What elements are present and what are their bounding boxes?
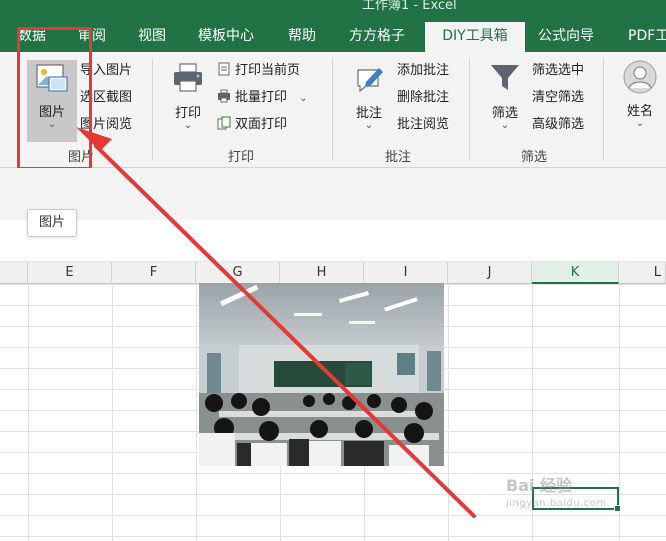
column-header-h[interactable]: H <box>280 262 364 284</box>
comment-edit-icon <box>357 68 383 93</box>
tab-help[interactable]: 帮助 <box>278 22 326 52</box>
name-button[interactable]: 姓名 ⌄ <box>616 60 664 129</box>
tab-template-center[interactable]: 模板中心 <box>188 22 264 52</box>
watermark-url-text: jingyan.baidu.com <box>506 498 607 509</box>
duplex-print-label: 双面打印 <box>235 117 288 132</box>
red-highlight-box <box>17 27 92 170</box>
filter-selected-button[interactable]: 筛选选中 <box>532 60 584 82</box>
clear-filter-button[interactable]: 清空筛选 <box>532 87 584 109</box>
filter-funnel-icon <box>491 65 519 90</box>
tab-diy-toolbox[interactable]: DIY工具箱 <box>425 22 525 52</box>
batch-print-label: 批量打印 <box>235 90 288 105</box>
filter-button-label: 筛选 <box>491 106 518 121</box>
add-comment-button[interactable]: 添加批注 <box>397 60 449 82</box>
grid-line <box>619 284 620 541</box>
tab-view[interactable]: 视图 <box>128 22 176 52</box>
duplex-print-icon <box>217 116 231 130</box>
group-separator <box>152 58 153 160</box>
column-header-k[interactable]: K <box>532 262 619 284</box>
group-separator <box>603 58 604 160</box>
group-separator <box>332 58 333 160</box>
filter-dropdown-chevron[interactable]: ⌄ <box>482 121 528 131</box>
print-button[interactable]: 打印 ⌄ <box>165 60 211 131</box>
comment-dropdown-chevron[interactable]: ⌄ <box>346 121 392 131</box>
advanced-filter-button[interactable]: 高级筛选 <box>532 114 584 136</box>
printer-icon <box>174 63 202 92</box>
print-button-label: 打印 <box>174 106 201 121</box>
tab-formula-wizard[interactable]: 公式向导 <box>528 22 604 52</box>
name-dropdown-chevron[interactable]: ⌄ <box>616 119 664 129</box>
batch-print-button[interactable]: 批量打印 ⌄ <box>217 87 308 109</box>
window-title: 工作簿1 - Excel <box>362 0 457 13</box>
column-header-partial[interactable] <box>0 262 28 284</box>
print-group-label: 打印 <box>228 150 255 165</box>
batch-print-icon <box>218 89 230 103</box>
duplex-print-button[interactable]: 双面打印 <box>217 114 287 136</box>
person-avatar-icon <box>623 60 657 94</box>
print-dropdown-chevron[interactable]: ⌄ <box>165 121 211 131</box>
grid-line <box>28 284 29 541</box>
grid-line <box>112 284 113 541</box>
tab-fangfang-gezi[interactable]: 方方格子 <box>339 22 415 52</box>
baidu-jingyan-watermark: Bai 经验 jingyan.baidu.com <box>506 472 607 509</box>
comment-viewer-button[interactable]: 批注阅览 <box>397 114 449 136</box>
tab-pdf[interactable]: PDF工 <box>618 22 666 52</box>
print-current-page-button[interactable]: 打印当前页 <box>217 60 300 82</box>
group-separator <box>469 58 470 160</box>
column-header-j[interactable]: J <box>448 262 532 284</box>
batch-print-dropdown-chevron[interactable]: ⌄ <box>299 93 307 104</box>
comment-button[interactable]: 批注 ⌄ <box>346 60 392 131</box>
watermark-main-text: Bai 经验 <box>506 476 573 495</box>
grid-line <box>448 284 449 541</box>
print-page-icon <box>218 62 230 76</box>
print-current-page-label: 打印当前页 <box>235 63 301 78</box>
column-header-g[interactable]: G <box>196 262 280 284</box>
ribbon-tab-bar: 工作簿1 - Excel 数据 审阅 视图 模板中心 帮助 方方格子 DIY工具… <box>0 0 666 52</box>
comment-group-label: 批注 <box>385 150 412 165</box>
name-button-label: 姓名 <box>626 104 653 119</box>
picture-tooltip: 图片 <box>27 209 77 237</box>
inserted-classroom-photo[interactable] <box>199 283 444 466</box>
column-header-e[interactable]: E <box>28 262 112 284</box>
filter-button[interactable]: 筛选 ⌄ <box>482 60 528 131</box>
filter-group-label: 筛选 <box>521 150 548 165</box>
sheet-top-gap <box>0 220 666 262</box>
column-header-f[interactable]: F <box>112 262 196 284</box>
formula-bar-area <box>0 168 666 220</box>
column-header-i[interactable]: I <box>364 262 448 284</box>
classroom-image <box>199 283 444 466</box>
column-header-l[interactable]: L <box>619 262 666 284</box>
grid-line <box>196 284 197 541</box>
comment-button-label: 批注 <box>355 106 382 121</box>
delete-comment-button[interactable]: 删除批注 <box>397 87 449 109</box>
